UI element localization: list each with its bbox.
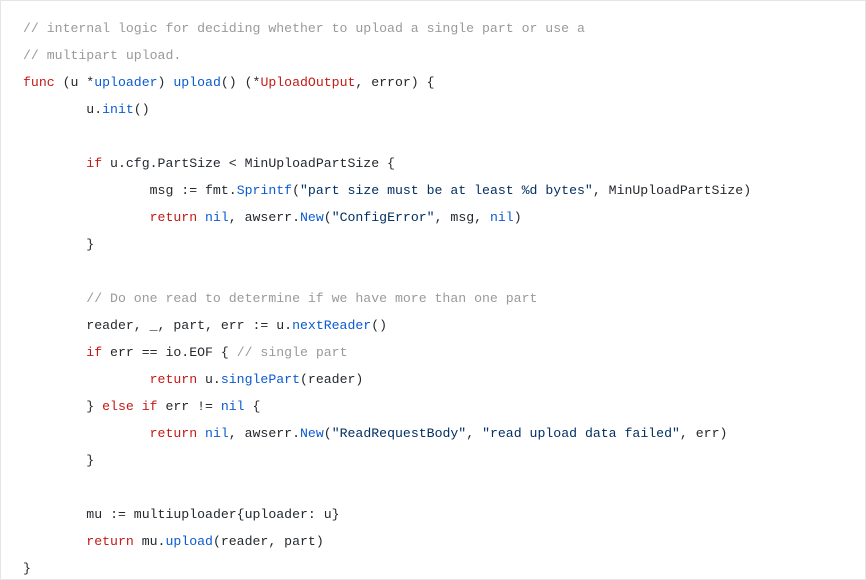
code-text: reader, _, part, err [23,318,253,333]
code-text: u. [197,372,221,387]
code-call: New [300,426,324,441]
code-text: , awserr. [229,210,300,225]
code-text: ( [324,210,332,225]
code-string: "ConfigError" [332,210,435,225]
code-text: u.cfg.PartSize < MinUploadPartSize { [102,156,395,171]
code-keyword: if [23,345,102,360]
code-text: , error) { [355,75,434,90]
code-op: := [181,183,197,198]
code-text: (u * [55,75,95,90]
code-text: } [23,399,102,414]
code-text: u. [268,318,292,333]
code-keyword: return [23,534,134,549]
code-func-name: upload [173,75,220,90]
code-string: "ReadRequestBody" [332,426,467,441]
code-text: (reader) [300,372,363,387]
code-text: , [466,426,482,441]
code-comment: // multipart upload. [23,48,181,63]
code-call: nextReader [292,318,371,333]
code-text: ( [324,426,332,441]
code-block: // internal logic for deciding whether t… [0,0,866,580]
code-nil: nil [205,210,229,225]
code-text: () [371,318,387,333]
code-keyword: if [142,399,158,414]
code-keyword: if [23,156,102,171]
code-text: ( [292,183,300,198]
code-call: upload [165,534,212,549]
code-text: multiuploader{uploader: u} [126,507,340,522]
code-text [197,426,205,441]
code-keyword: else [102,399,134,414]
code-text [197,210,205,225]
code-comment: // Do one read to determine if we have m… [23,291,537,306]
code-text: u. [23,102,102,117]
code-keyword: return [23,426,197,441]
code-string: "part size must be at least %d bytes" [300,183,593,198]
code-text: ) [158,75,174,90]
code-text: , msg, [435,210,490,225]
code-comment: // single part [237,345,348,360]
code-op: := [110,507,126,522]
code-text: () [134,102,150,117]
code-keyword: return [23,372,197,387]
code-text: mu [23,507,110,522]
code-text: err == io.EOF { [102,345,237,360]
code-call: singlePart [221,372,300,387]
code-string: "read upload data failed" [482,426,680,441]
code-text: } [23,237,94,252]
code-call: New [300,210,324,225]
code-text: { [245,399,261,414]
code-text: ) [514,210,522,225]
code-text: } [23,453,94,468]
code-op: := [253,318,269,333]
code-keyword: return [23,210,197,225]
code-text: fmt. [197,183,237,198]
code-text: } [23,561,31,576]
code-nil: nil [205,426,229,441]
code-text: , awserr. [229,426,300,441]
code-comment: // internal logic for deciding whether t… [23,21,585,36]
code-type: uploader [94,75,157,90]
code-nil: nil [490,210,514,225]
code-call: Sprintf [237,183,292,198]
code-text: () (* [221,75,261,90]
code-nil: nil [221,399,245,414]
code-text [134,399,142,414]
code-text: (reader, part) [213,534,324,549]
code-text: err != [158,399,221,414]
code-type: UploadOutput [260,75,355,90]
code-text: , err) [680,426,727,441]
code-text: , MinUploadPartSize) [593,183,751,198]
code-text: mu. [134,534,166,549]
code-keyword: func [23,75,55,90]
code-call: init [102,102,134,117]
code-text: msg [23,183,181,198]
